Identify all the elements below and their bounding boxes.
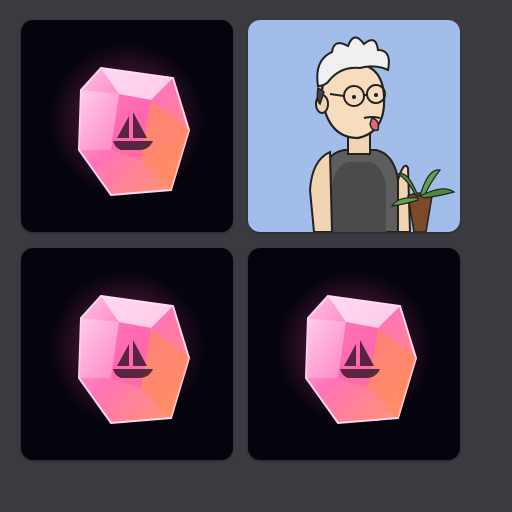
token-grid [0, 0, 512, 512]
opensea-gem-icon [248, 248, 460, 460]
gem-tile-2[interactable] [21, 248, 233, 460]
opensea-gem-icon [21, 248, 233, 460]
character-portrait-icon [308, 36, 456, 232]
gem-tile-3[interactable] [248, 248, 460, 460]
gem-tile-1[interactable] [21, 20, 233, 232]
opensea-gem-icon [21, 20, 233, 232]
character-tile[interactable] [248, 20, 460, 232]
